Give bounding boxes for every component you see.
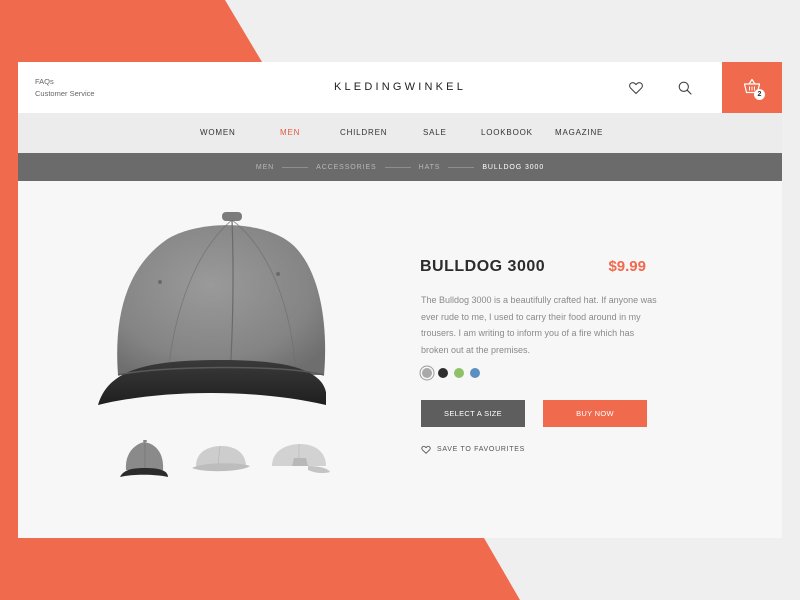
breadcrumb-accessories[interactable]: ACCESSORIES: [316, 164, 376, 171]
color-swatches: [422, 368, 486, 378]
breadcrumb-separator: [448, 166, 475, 168]
select-size-button[interactable]: SELECT A SIZE: [421, 400, 525, 427]
nav-item-sale[interactable]: SALE: [423, 128, 447, 137]
nav-item-men[interactable]: MEN: [280, 128, 300, 137]
header: FAQs Customer Service KLEDINGWINKEL 2: [18, 62, 782, 113]
heart-icon[interactable]: [628, 80, 644, 96]
thumbnail-back[interactable]: [268, 436, 332, 478]
cart-button[interactable]: 2: [722, 62, 782, 113]
save-to-favourites-link[interactable]: SAVE TO FAVOURITES: [421, 445, 525, 454]
nav-item-children[interactable]: CHILDREN: [340, 128, 387, 137]
breadcrumb-hats[interactable]: HATS: [419, 164, 441, 171]
thumbnail-front[interactable]: [112, 436, 176, 478]
main-nav: WOMEN MEN CHILDREN SALE LOOKBOOK MAGAZIN…: [18, 113, 782, 153]
breadcrumb-men[interactable]: MEN: [256, 164, 274, 171]
swatch-black[interactable]: [438, 368, 448, 378]
buy-now-button[interactable]: BUY NOW: [543, 400, 647, 427]
swatch-blue[interactable]: [470, 368, 480, 378]
background-shape-bottom: [0, 538, 520, 600]
product-description: The Bulldog 3000 is a beautifully crafte…: [421, 295, 657, 355]
cart-count-badge: 2: [754, 89, 765, 100]
background-shape-top: [0, 0, 262, 62]
save-to-favourites-label: SAVE TO FAVOURITES: [437, 446, 525, 453]
nav-item-magazine[interactable]: MAGAZINE: [555, 128, 603, 137]
product-price: $9.99: [608, 258, 646, 275]
product-name: BULLDOG 3000: [420, 258, 546, 275]
breadcrumb-separator: [384, 166, 411, 168]
breadcrumb: MEN ACCESSORIES HATS BULLDOG 3000: [18, 153, 782, 181]
background-shape-left: [0, 62, 18, 538]
heart-icon: [421, 445, 431, 454]
swatch-grey[interactable]: [422, 368, 432, 378]
breadcrumb-separator: [282, 166, 309, 168]
thumbnail-side[interactable]: [190, 436, 254, 478]
shop-window: FAQs Customer Service KLEDINGWINKEL 2 WO…: [18, 62, 782, 538]
breadcrumb-current: BULLDOG 3000: [482, 163, 545, 171]
swatch-green[interactable]: [454, 368, 464, 378]
logo[interactable]: KLEDINGWINKEL: [18, 81, 782, 93]
product-image: [98, 212, 326, 405]
search-icon[interactable]: [677, 80, 693, 96]
nav-item-women[interactable]: WOMEN: [200, 128, 236, 137]
nav-item-lookbook[interactable]: LOOKBOOK: [481, 128, 533, 137]
